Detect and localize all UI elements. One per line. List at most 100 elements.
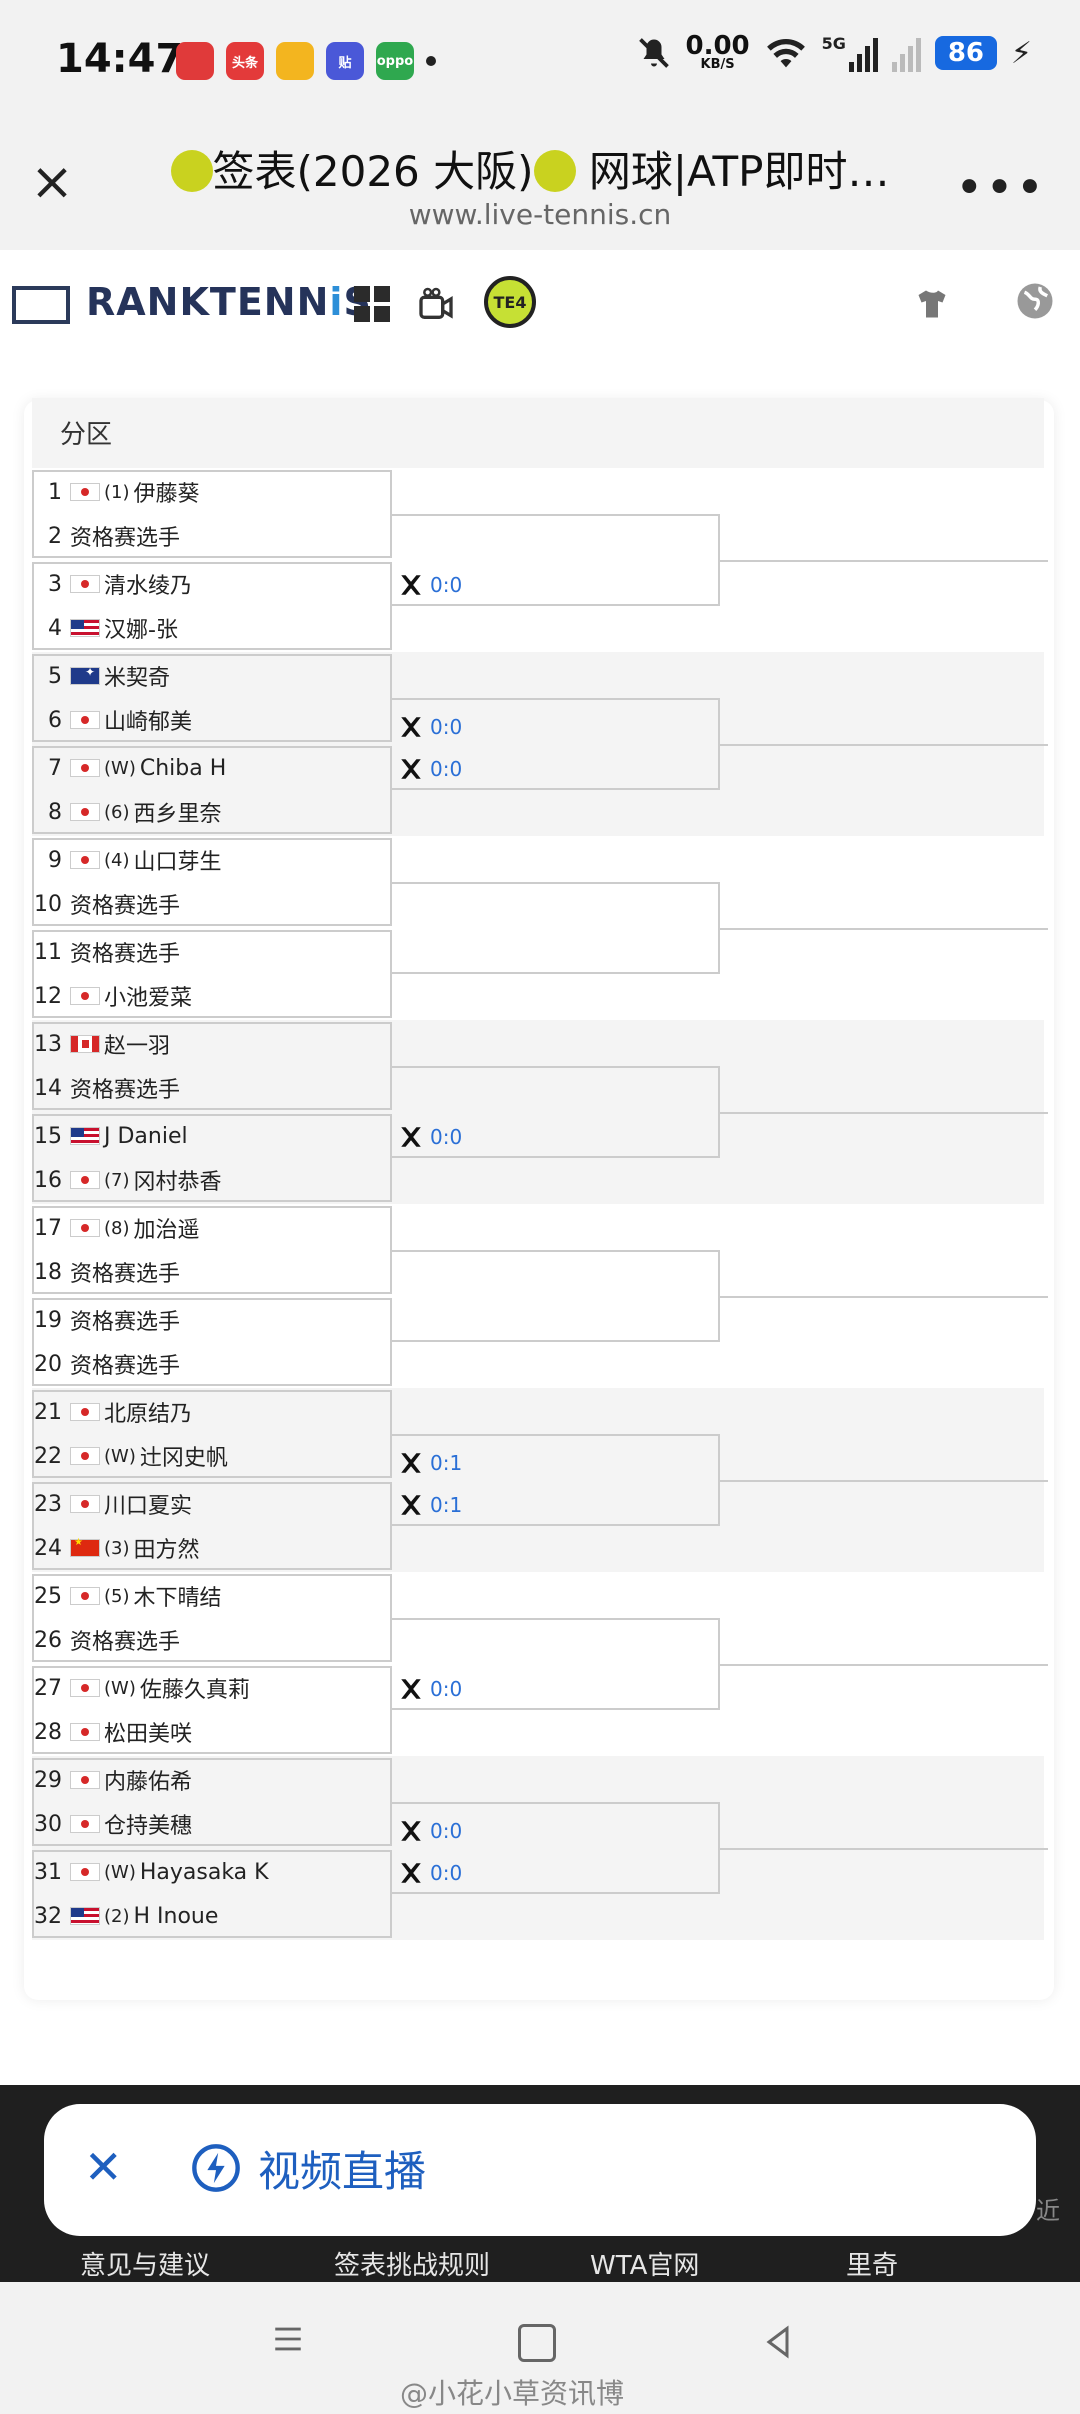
player-name[interactable]: 伊藤葵 xyxy=(134,476,200,508)
draw-position: 21 xyxy=(34,1399,62,1425)
logo-icon[interactable] xyxy=(12,286,70,324)
player-name[interactable]: 佐藤久真莉 xyxy=(140,1672,250,1704)
player-name[interactable]: J Daniel xyxy=(104,1124,188,1149)
player-name[interactable]: 加治遥 xyxy=(134,1212,200,1244)
player-row[interactable]: 13 赵一羽 xyxy=(32,1022,392,1066)
close-icon[interactable]: × xyxy=(28,156,76,208)
player-row[interactable]: 15 J Daniel xyxy=(32,1114,392,1158)
player-row[interactable]: 20 资格赛选手 xyxy=(32,1342,392,1386)
draw-position: 7 xyxy=(48,755,62,781)
player-name[interactable]: 资格赛选手 xyxy=(70,1072,180,1104)
player-row[interactable]: 6 山崎郁美 xyxy=(32,698,392,742)
player-row[interactable]: 1 (1) 伊藤葵 xyxy=(32,470,392,514)
draw-position: 19 xyxy=(34,1307,62,1333)
player-row[interactable]: 2 资格赛选手 xyxy=(32,514,392,558)
player-row[interactable]: 17 (8) 加治遥 xyxy=(32,1206,392,1250)
back-icon[interactable] xyxy=(760,2322,796,2362)
draw-position: 16 xyxy=(34,1167,62,1193)
player-row[interactable]: 12 小池爱菜 xyxy=(32,974,392,1018)
player-row[interactable]: 18 资格赛选手 xyxy=(32,1250,392,1294)
grid-menu-icon[interactable] xyxy=(354,286,390,322)
shirt-icon[interactable] xyxy=(912,286,952,322)
player-name[interactable]: Chiba H xyxy=(140,756,226,781)
player-name[interactable]: 清水绫乃 xyxy=(104,568,192,600)
player-name[interactable]: H Inoue xyxy=(134,1904,219,1929)
player-row[interactable]: 27 (W) 佐藤久真莉 xyxy=(32,1666,392,1710)
draw-position: 18 xyxy=(34,1259,62,1285)
player-name[interactable]: 内藤佑希 xyxy=(104,1764,192,1796)
player-row[interactable]: 9 (4) 山口芽生 xyxy=(32,838,392,882)
player-row[interactable]: 3 清水绫乃 xyxy=(32,562,392,606)
player-name[interactable]: 资格赛选手 xyxy=(70,1304,180,1336)
player-name[interactable]: 冈村恭香 xyxy=(134,1164,222,1196)
player-name[interactable]: 资格赛选手 xyxy=(70,888,180,920)
weibo-icon xyxy=(276,42,314,80)
site-logo[interactable]: RANKTENNiS xyxy=(86,280,372,324)
home-icon[interactable] xyxy=(518,2324,556,2362)
video-icon[interactable] xyxy=(416,284,456,324)
player-row[interactable]: 30 仓持美穗 xyxy=(32,1802,392,1846)
player-row[interactable]: 24 (3)田方然 xyxy=(32,1526,392,1570)
player-row[interactable]: 21 北原结乃 xyxy=(32,1390,392,1434)
menu-icon[interactable] xyxy=(270,2322,306,2356)
player-row[interactable]: 4 汉娜-张 xyxy=(32,606,392,650)
flag-jp-icon xyxy=(70,1171,100,1189)
player-name[interactable]: 汉娜-张 xyxy=(104,612,178,644)
player-name[interactable]: 小池爱菜 xyxy=(104,980,192,1012)
player-row[interactable]: 14 资格赛选手 xyxy=(32,1066,392,1110)
player-row[interactable]: 25 (5) 木下晴结 xyxy=(32,1574,392,1618)
more-options-icon[interactable]: ••• xyxy=(955,160,1046,216)
player-name[interactable]: Hayasaka K xyxy=(140,1860,269,1885)
globe-icon[interactable] xyxy=(1014,280,1056,322)
footer-link[interactable]: 里奇 xyxy=(846,2245,898,2282)
player-name[interactable]: 米契奇 xyxy=(104,660,170,692)
player-name[interactable]: 田方然 xyxy=(134,1532,200,1564)
player-name[interactable]: 资格赛选手 xyxy=(70,1256,180,1288)
player-row[interactable]: 23 川口夏实 xyxy=(32,1482,392,1526)
close-popup-icon[interactable]: ✕ xyxy=(84,2140,123,2194)
oppo-icon: oppo xyxy=(376,42,414,80)
live-video-label[interactable]: 视频直播 xyxy=(258,2138,426,2199)
wifi-icon xyxy=(766,38,805,68)
round3-line xyxy=(720,1664,1048,1666)
player-name[interactable]: 松田美咲 xyxy=(104,1716,192,1748)
player-name[interactable]: 资格赛选手 xyxy=(70,520,180,552)
player-name[interactable]: 辻冈史帆 xyxy=(140,1440,228,1472)
player-row[interactable]: 11 资格赛选手 xyxy=(32,930,392,974)
flag-jp-icon xyxy=(70,711,100,729)
player-row[interactable]: 28 松田美咲 xyxy=(32,1710,392,1754)
player-row[interactable]: 8 (6) 西乡里奈 xyxy=(32,790,392,834)
player-row[interactable]: 22 (W) 辻冈史帆 xyxy=(32,1434,392,1478)
player-row[interactable]: 26 资格赛选手 xyxy=(32,1618,392,1662)
draw-position: 15 xyxy=(34,1123,62,1149)
footer-link[interactable]: WTA官网 xyxy=(590,2245,699,2282)
player-row[interactable]: 32 (2) H Inoue xyxy=(32,1894,392,1938)
footer-link[interactable]: 签表挑战规则 xyxy=(334,2245,490,2282)
system-nav-bar: @小花小草资讯博 xyxy=(0,2282,1080,2414)
te4-badge[interactable]: TE4 xyxy=(484,276,536,328)
player-name[interactable]: 仓持美穗 xyxy=(104,1808,192,1840)
player-row[interactable]: 7 (W) Chiba H xyxy=(32,746,392,790)
player-row[interactable]: 19 资格赛选手 xyxy=(32,1298,392,1342)
seed-label: (4) xyxy=(104,849,130,871)
player-name[interactable]: 山口芽生 xyxy=(134,844,222,876)
player-name[interactable]: 西乡里奈 xyxy=(134,796,222,828)
player-name[interactable]: 赵一羽 xyxy=(104,1028,170,1060)
player-name[interactable]: 北原结乃 xyxy=(104,1396,192,1428)
player-name[interactable]: 资格赛选手 xyxy=(70,936,180,968)
player-row[interactable]: 31 (W) Hayasaka K xyxy=(32,1850,392,1894)
player-row[interactable]: 16 (7) 冈村恭香 xyxy=(32,1158,392,1202)
player-name[interactable]: 资格赛选手 xyxy=(70,1624,180,1656)
tennis-ball-icon xyxy=(533,150,576,192)
player-name[interactable]: 木下晴结 xyxy=(134,1580,222,1612)
player-name[interactable]: 资格赛选手 xyxy=(70,1348,180,1380)
player-name[interactable]: 川口夏实 xyxy=(104,1488,192,1520)
flag-jp-icon xyxy=(70,483,100,501)
player-row[interactable]: 29 内藤佑希 xyxy=(32,1758,392,1802)
player-name[interactable]: 山崎郁美 xyxy=(104,704,192,736)
player-row[interactable]: 10 资格赛选手 xyxy=(32,882,392,926)
draw-position: 11 xyxy=(34,939,62,965)
footer-link[interactable]: 意见与建议 xyxy=(80,2245,210,2282)
player-row[interactable]: 5 米契奇 xyxy=(32,654,392,698)
live-video-popup[interactable]: ✕ 视频直播 xyxy=(44,2104,1036,2236)
